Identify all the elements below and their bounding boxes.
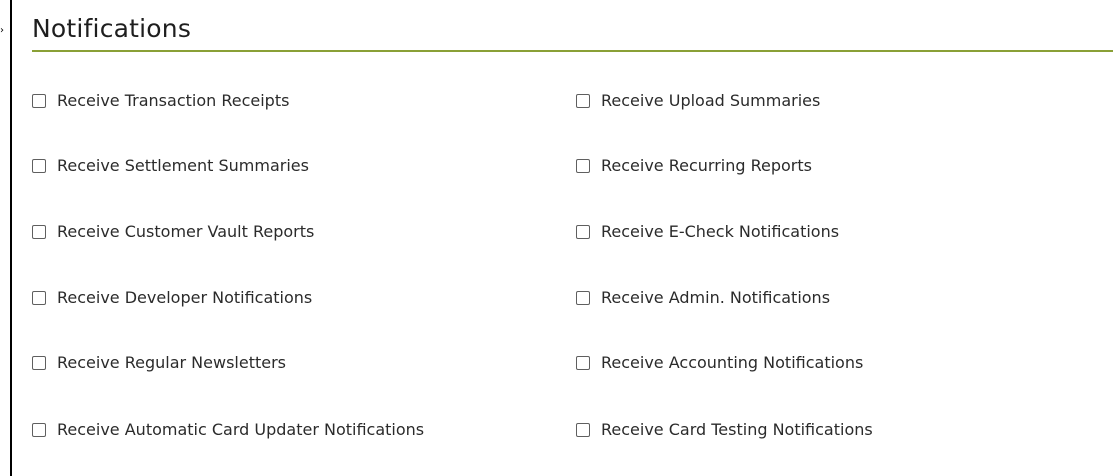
checkbox-unchecked-icon[interactable] (32, 159, 46, 173)
checkbox-unchecked-icon[interactable] (32, 356, 46, 370)
checkbox-unchecked-icon[interactable] (576, 159, 590, 173)
option-label: Receive Recurring Reports (601, 156, 812, 175)
option-label: Receive Admin. Notifications (601, 288, 831, 307)
option-label: Receive Transaction Receipts (57, 91, 290, 110)
option-label: Receive Developer Notifications (57, 288, 313, 307)
checkbox-unchecked-icon[interactable] (576, 291, 590, 305)
checkbox-unchecked-icon[interactable] (32, 94, 46, 108)
checkbox-unchecked-icon[interactable] (32, 423, 46, 437)
option-developer-notifications[interactable]: Receive Developer Notifications (32, 286, 312, 310)
checkbox-unchecked-icon[interactable] (32, 225, 46, 239)
option-card-testing-notifications[interactable]: Receive Card Testing Notifications (576, 418, 873, 442)
option-echeck-notifications[interactable]: Receive E-Check Notifications (576, 220, 839, 244)
option-upload-summaries[interactable]: Receive Upload Summaries (576, 89, 820, 113)
checkbox-unchecked-icon[interactable] (576, 356, 590, 370)
option-regular-newsletters[interactable]: Receive Regular Newsletters (32, 351, 286, 375)
checkbox-unchecked-icon[interactable] (576, 423, 590, 437)
option-label: Receive Upload Summaries (601, 91, 821, 110)
option-accounting-notifications[interactable]: Receive Accounting Notifications (576, 351, 863, 375)
option-recurring-reports[interactable]: Receive Recurring Reports (576, 154, 812, 178)
option-transaction-receipts[interactable]: Receive Transaction Receipts (32, 89, 289, 113)
option-label: Receive E-Check Notifications (601, 222, 840, 241)
section-title: Notifications (32, 14, 192, 43)
option-customer-vault-reports[interactable]: Receive Customer Vault Reports (32, 220, 314, 244)
checkbox-unchecked-icon[interactable] (576, 225, 590, 239)
title-divider (32, 50, 1113, 52)
option-label: Receive Automatic Card Updater Notificat… (57, 420, 425, 439)
option-label: Receive Customer Vault Reports (57, 222, 315, 241)
option-label: Receive Regular Newsletters (57, 353, 287, 372)
checkbox-unchecked-icon[interactable] (32, 291, 46, 305)
option-label: Receive Accounting Notifications (601, 353, 864, 372)
notifications-panel: Notifications Receive Transaction Receip… (10, 0, 1118, 476)
checkbox-unchecked-icon[interactable] (576, 94, 590, 108)
option-automatic-card-updater[interactable]: Receive Automatic Card Updater Notificat… (32, 418, 424, 442)
option-admin-notifications[interactable]: Receive Admin. Notifications (576, 286, 830, 310)
caret-right-icon: › (0, 25, 4, 36)
option-label: Receive Settlement Summaries (57, 156, 309, 175)
option-settlement-summaries[interactable]: Receive Settlement Summaries (32, 154, 309, 178)
option-label: Receive Card Testing Notifications (601, 420, 873, 439)
